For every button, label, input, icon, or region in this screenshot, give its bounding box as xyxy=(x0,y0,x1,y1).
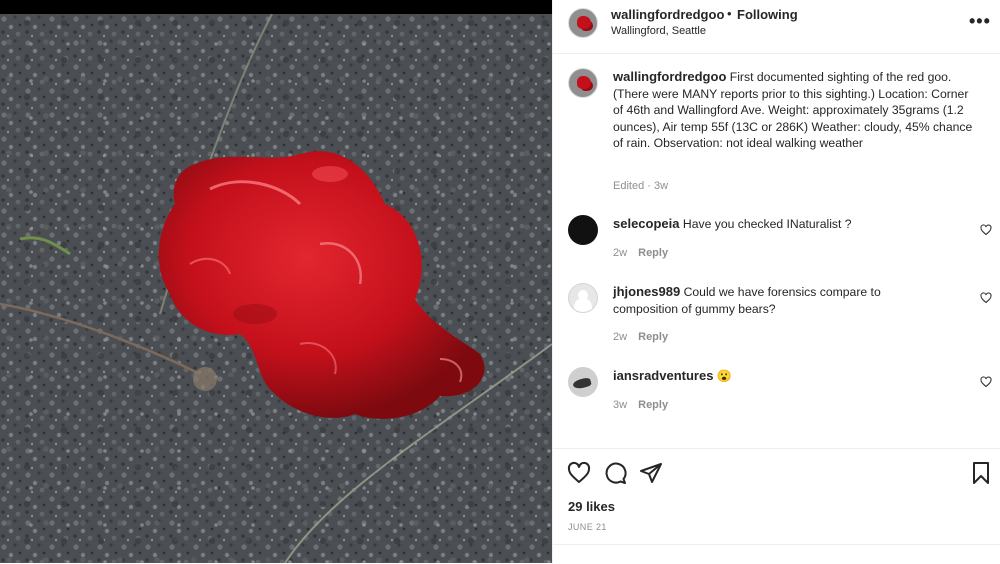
reply-button[interactable]: Reply xyxy=(638,399,668,411)
more-horizontal-icon[interactable]: ••• xyxy=(969,11,991,32)
reply-button[interactable]: Reply xyxy=(638,247,668,259)
commenter-avatar[interactable] xyxy=(568,283,598,313)
post-actions: 29 likes JUNE 21 xyxy=(553,448,1000,563)
caption-username[interactable]: wallingfordredgoo xyxy=(613,69,726,84)
comment-bubble-icon[interactable] xyxy=(603,461,627,485)
comment-meta: 3w Reply xyxy=(613,399,668,411)
likes-count[interactable]: 29 likes xyxy=(568,499,615,514)
post-side-panel: wallingfordredgoo • Following Wallingfor… xyxy=(552,0,1000,563)
author-avatar[interactable] xyxy=(568,8,598,38)
separator-dot: • xyxy=(727,6,732,21)
comment-text: 😮 xyxy=(716,369,733,383)
comment-meta: 2w Reply xyxy=(613,247,668,259)
commenter-avatar[interactable] xyxy=(568,215,598,245)
post-header: wallingfordredgoo • Following Wallingfor… xyxy=(553,0,1000,54)
heart-icon[interactable] xyxy=(980,376,992,388)
comment-text: Have you checked INaturalist ? xyxy=(682,217,852,231)
add-comment-bar[interactable] xyxy=(553,544,1000,564)
reply-button[interactable]: Reply xyxy=(638,331,668,343)
save-bookmark-icon[interactable] xyxy=(969,461,993,485)
comment-item: iansradventures 😮 xyxy=(613,368,943,385)
heart-icon[interactable] xyxy=(980,224,992,236)
comment-age: 2w xyxy=(613,247,628,259)
caption-avatar[interactable] xyxy=(568,68,598,98)
following-button[interactable]: Following xyxy=(737,7,798,22)
photo-top-bar xyxy=(0,0,552,14)
share-paper-plane-icon[interactable] xyxy=(639,461,663,485)
comment-username[interactable]: jhjones989 xyxy=(613,284,680,299)
post-photo[interactable] xyxy=(0,14,552,563)
heart-icon[interactable] xyxy=(980,292,992,304)
comment-item: jhjones989 Could we have forensics compa… xyxy=(613,284,943,317)
author-username[interactable]: wallingfordredgoo xyxy=(611,7,724,22)
commenter-avatar[interactable] xyxy=(568,367,598,397)
red-goo-on-asphalt-image xyxy=(0,14,552,563)
comment-meta: 2w Reply xyxy=(613,331,668,343)
comment-username[interactable]: selecopeia xyxy=(613,216,680,231)
like-heart-icon[interactable] xyxy=(567,461,591,485)
comment-username[interactable]: iansradventures xyxy=(613,368,713,383)
post-date: JUNE 21 xyxy=(568,522,607,532)
post-location[interactable]: Wallingford, Seattle xyxy=(611,25,706,37)
caption-meta: Edited · 3w xyxy=(613,180,669,192)
comment-item: selecopeia Have you checked INaturalist … xyxy=(613,216,943,233)
comment-age: 3w xyxy=(613,399,628,411)
comment-age: 2w xyxy=(613,331,628,343)
post-caption: wallingfordredgoo First documented sight… xyxy=(613,69,973,152)
